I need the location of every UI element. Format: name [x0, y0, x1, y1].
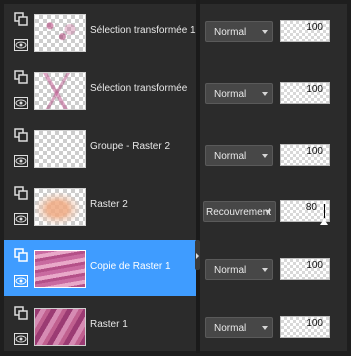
opacity-field[interactable]: 100 [280, 82, 330, 104]
layer-properties-row: Normal 100 [200, 128, 347, 184]
blend-mode-dropdown[interactable]: Recouvrement [203, 201, 276, 222]
eye-icon[interactable] [14, 38, 28, 52]
layer-name[interactable]: Copie de Raster 1 [90, 261, 171, 272]
blend-mode-dropdown[interactable]: Normal [205, 21, 273, 42]
layer-type-icon[interactable] [14, 186, 28, 200]
layer-name[interactable]: Raster 2 [90, 199, 128, 210]
layer-properties-row: Normal 100 [200, 4, 347, 60]
layer-row-selected[interactable]: Copie de Raster 1 [4, 240, 196, 296]
opacity-field[interactable]: 100 [280, 20, 330, 42]
layer-thumbnail [34, 308, 86, 346]
layer-properties-row: Normal 100 [200, 300, 347, 356]
layer-type-icon[interactable] [14, 70, 28, 84]
eye-icon[interactable] [14, 212, 28, 226]
layer-properties-row: Recouvrement 80 [200, 184, 347, 240]
layer-type-icon[interactable] [14, 248, 28, 262]
blend-mode-dropdown[interactable]: Normal [205, 259, 273, 280]
blend-mode-dropdown[interactable]: Normal [205, 317, 273, 338]
opacity-field[interactable]: 100 [280, 258, 330, 280]
chevron-down-icon [262, 154, 268, 158]
chevron-down-icon [265, 210, 271, 214]
layer-name[interactable]: Sélection transformée [90, 83, 187, 94]
chevron-down-icon [262, 92, 268, 96]
blend-mode-dropdown[interactable]: Normal [205, 83, 273, 104]
layer-row[interactable]: Groupe - Raster 2 [4, 120, 196, 176]
layer-row[interactable]: Raster 2 [4, 178, 196, 234]
opacity-field-active[interactable]: 80 [280, 200, 330, 225]
opacity-field[interactable]: 100 [280, 144, 330, 166]
layer-thumbnail [34, 188, 86, 226]
layer-properties-row: Normal 100 [200, 242, 347, 298]
layer-row[interactable]: Sélection transformée 1 [4, 4, 196, 60]
eye-icon[interactable] [14, 332, 28, 346]
layer-name[interactable]: Raster 1 [90, 319, 128, 330]
eye-icon[interactable] [14, 274, 28, 288]
layer-type-icon[interactable] [14, 128, 28, 142]
chevron-down-icon [262, 326, 268, 330]
opacity-field[interactable]: 100 [280, 316, 330, 338]
layer-type-icon[interactable] [14, 12, 28, 26]
eye-icon[interactable] [14, 96, 28, 110]
layer-list: Sélection transformée 1 Sélection transf… [4, 4, 196, 351]
layer-thumbnail [34, 250, 86, 288]
layer-thumbnail [34, 72, 86, 110]
layer-thumbnail [34, 130, 86, 168]
eye-icon[interactable] [14, 154, 28, 168]
layer-properties-column: Normal 100 Normal 100 Normal 100 Recouvr… [200, 4, 347, 351]
layer-row[interactable]: Sélection transformée [4, 62, 196, 118]
layer-type-icon[interactable] [14, 306, 28, 320]
chevron-down-icon [262, 268, 268, 272]
layer-thumbnail [34, 14, 86, 52]
text-cursor [324, 204, 325, 218]
layer-name[interactable]: Groupe - Raster 2 [90, 141, 170, 152]
slider-caret-icon[interactable] [320, 219, 328, 225]
blend-mode-dropdown[interactable]: Normal [205, 145, 273, 166]
layer-row[interactable]: Raster 1 [4, 298, 196, 354]
chevron-down-icon [262, 30, 268, 34]
layer-properties-row: Normal 100 [200, 66, 347, 122]
layer-name[interactable]: Sélection transformée 1 [90, 25, 196, 36]
layers-panel: Sélection transformée 1 Sélection transf… [0, 0, 351, 353]
